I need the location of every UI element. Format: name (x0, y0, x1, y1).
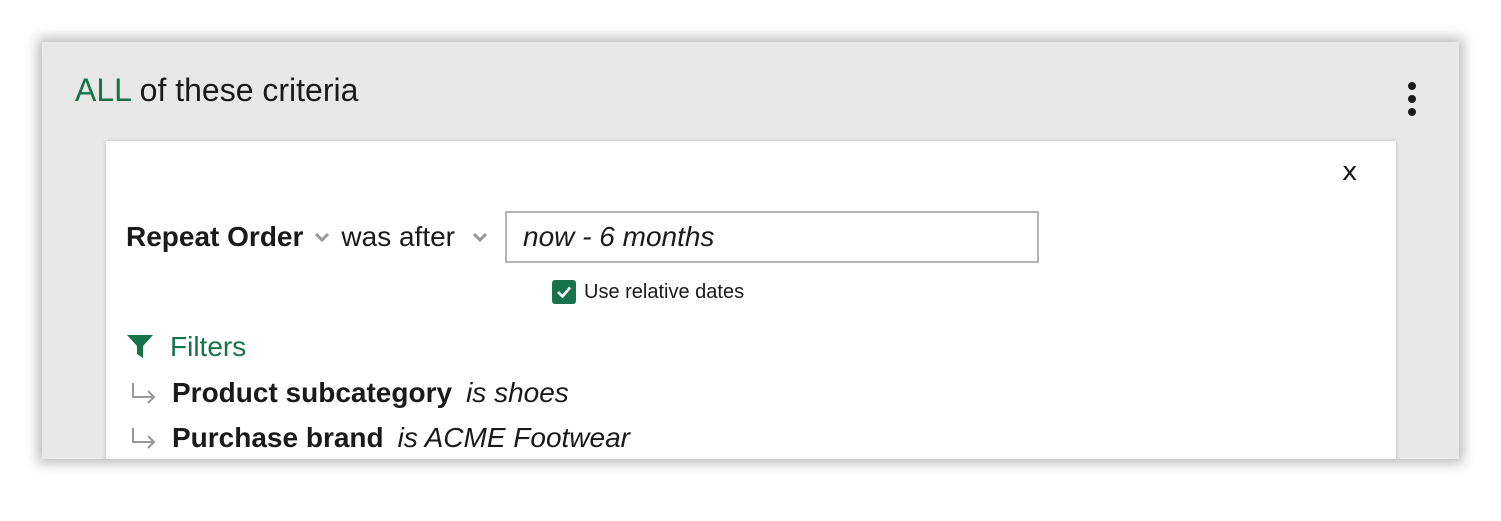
criteria-group-panel: ALL of these criteria x Repeat Order was… (42, 42, 1459, 459)
filters-toggle[interactable]: Filters (126, 331, 246, 363)
rule-card: x Repeat Order was after now - 6 months … (106, 141, 1396, 459)
field-dropdown[interactable]: Repeat Order (126, 221, 331, 253)
criteria-title-suffix: of these criteria (130, 72, 359, 108)
filters-heading: Filters (170, 331, 247, 362)
chevron-down-icon (315, 232, 330, 243)
sub-arrow-icon (132, 428, 156, 449)
field-dropdown-label: Repeat Order (126, 221, 304, 252)
date-value-input[interactable] (505, 211, 1040, 263)
funnel-icon (127, 335, 153, 358)
filter-item[interactable]: Purchase brand is ACME Footwear (130, 422, 630, 454)
kebab-menu-icon[interactable] (1400, 82, 1424, 116)
criteria-quantifier[interactable]: ALL (75, 72, 131, 108)
filter-field: Purchase brand (172, 422, 384, 453)
criteria-group-title: ALL of these criteria (75, 72, 358, 109)
operator-dropdown-label: was after (341, 221, 456, 252)
checkmark-icon (557, 286, 571, 299)
kebab-dot (1408, 95, 1416, 103)
filter-field: Product subcategory (172, 377, 453, 408)
filter-value: is ACME Footwear (397, 422, 630, 453)
sub-arrow-icon (132, 383, 156, 404)
filter-item[interactable]: Product subcategory is shoes (130, 377, 569, 409)
operator-dropdown[interactable]: was after (341, 221, 489, 253)
chevron-down-icon (472, 232, 488, 243)
filter-value: is shoes (466, 377, 569, 408)
close-rule-button[interactable]: x (1342, 157, 1357, 187)
relative-dates-option: Use relative dates (552, 280, 744, 304)
kebab-dot (1408, 82, 1416, 90)
relative-dates-label[interactable]: Use relative dates (584, 281, 744, 304)
rule-row: Repeat Order was after (126, 209, 1040, 265)
kebab-dot (1408, 108, 1416, 116)
relative-dates-checkbox[interactable] (552, 280, 576, 304)
